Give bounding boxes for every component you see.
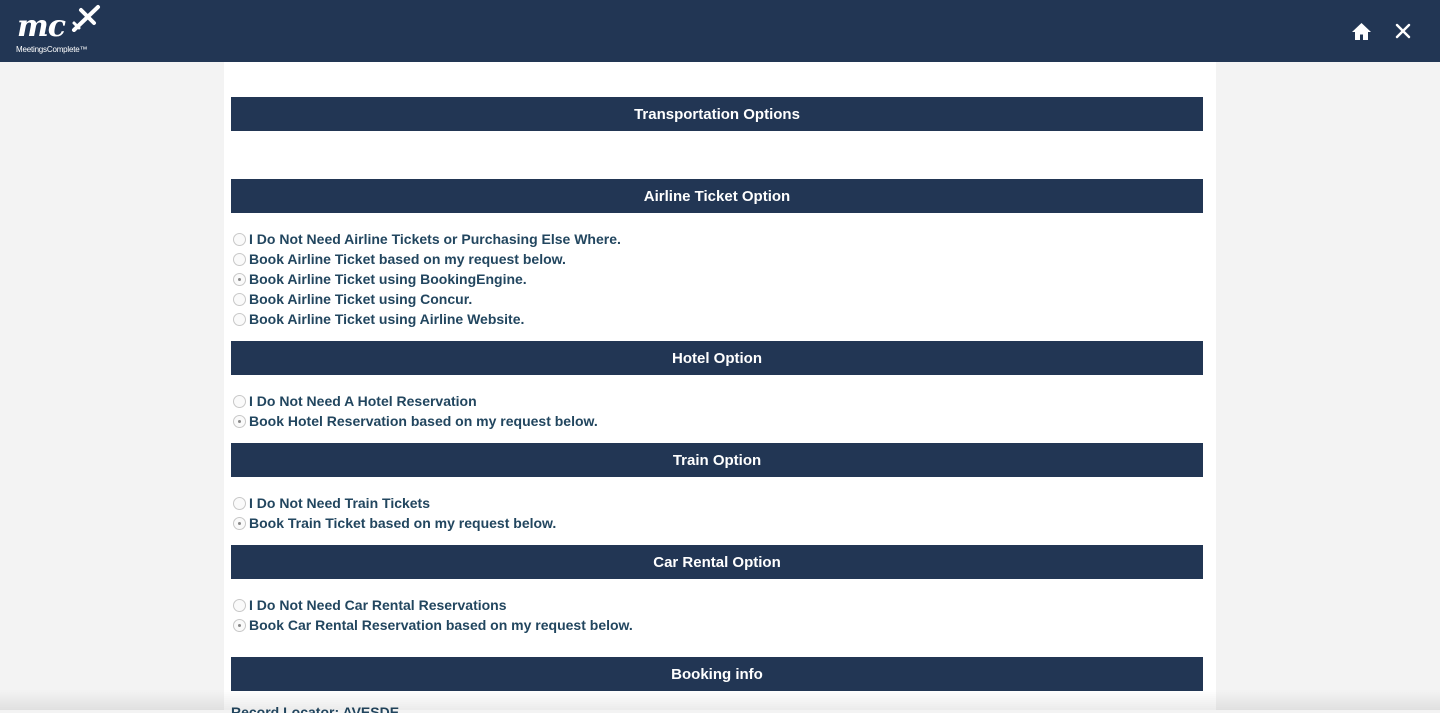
option-label: I Do Not Need Train Tickets <box>249 495 431 511</box>
hotel-option-header: Hotel Option <box>231 341 1203 375</box>
option-label: Book Car Rental Reservation based on my … <box>249 617 633 633</box>
airline-option-concur[interactable]: Book Airline Ticket using Concur. <box>233 289 472 309</box>
airline-option-bookingengine[interactable]: Book Airline Ticket using BookingEngine. <box>233 269 527 289</box>
hotel-option-request[interactable]: Book Hotel Reservation based on my reque… <box>233 411 598 431</box>
logo-mark: mc <box>17 9 66 44</box>
record-locator-text: Record Locator: AVESDE <box>231 705 400 713</box>
hotel-option-no-reservation[interactable]: I Do Not Need A Hotel Reservation <box>233 391 477 411</box>
radio-button[interactable] <box>233 394 246 408</box>
close-icon[interactable] <box>1395 23 1411 39</box>
radio-button-selected[interactable] <box>233 618 246 632</box>
option-label: Book Train Ticket based on my request be… <box>249 515 557 531</box>
train-option-no-tickets[interactable]: I Do Not Need Train Tickets <box>233 493 430 513</box>
meetingscomplete-logo[interactable]: mc MeetingsComplete™ <box>14 4 106 58</box>
train-option-request[interactable]: Book Train Ticket based on my request be… <box>233 513 556 533</box>
radio-button[interactable] <box>233 252 246 266</box>
radio-button[interactable] <box>233 496 246 510</box>
option-label: I Do Not Need Car Rental Reservations <box>249 597 507 613</box>
logo-subtitle: MeetingsComplete™ <box>16 45 88 54</box>
radio-button-selected[interactable] <box>233 414 246 428</box>
option-label: Book Airline Ticket based on my request … <box>249 251 566 267</box>
airline-ticket-option-header: Airline Ticket Option <box>231 179 1203 213</box>
radio-button[interactable] <box>233 312 246 326</box>
option-label: Book Airline Ticket using Airline Websit… <box>249 311 525 327</box>
car-rental-option-header: Car Rental Option <box>231 545 1203 579</box>
option-label: Book Airline Ticket using Concur. <box>249 291 473 307</box>
main-panel: Transportation Options Airline Ticket Op… <box>224 62 1216 713</box>
airline-option-request[interactable]: Book Airline Ticket based on my request … <box>233 249 566 269</box>
train-option-header: Train Option <box>231 443 1203 477</box>
car-option-request[interactable]: Book Car Rental Reservation based on my … <box>233 615 633 635</box>
radio-button-selected[interactable] <box>233 272 246 286</box>
airline-option-website[interactable]: Book Airline Ticket using Airline Websit… <box>233 309 524 329</box>
radio-button[interactable] <box>233 232 246 246</box>
option-label: Book Hotel Reservation based on my reque… <box>249 413 598 429</box>
radio-button-selected[interactable] <box>233 516 246 530</box>
radio-button[interactable] <box>233 292 246 306</box>
top-bar: mc MeetingsComplete™ <box>0 0 1440 62</box>
car-option-no-rental[interactable]: I Do Not Need Car Rental Reservations <box>233 595 507 615</box>
radio-button[interactable] <box>233 598 246 612</box>
option-label: I Do Not Need Airline Tickets or Purchas… <box>249 231 621 247</box>
airline-option-no-tickets[interactable]: I Do Not Need Airline Tickets or Purchas… <box>233 229 621 249</box>
home-icon[interactable] <box>1351 22 1372 41</box>
option-label: Book Airline Ticket using BookingEngine. <box>249 271 527 287</box>
transportation-options-header: Transportation Options <box>231 97 1203 131</box>
airplane-icon <box>72 5 100 32</box>
booking-info-header: Booking info <box>231 657 1203 691</box>
option-label: I Do Not Need A Hotel Reservation <box>249 393 477 409</box>
